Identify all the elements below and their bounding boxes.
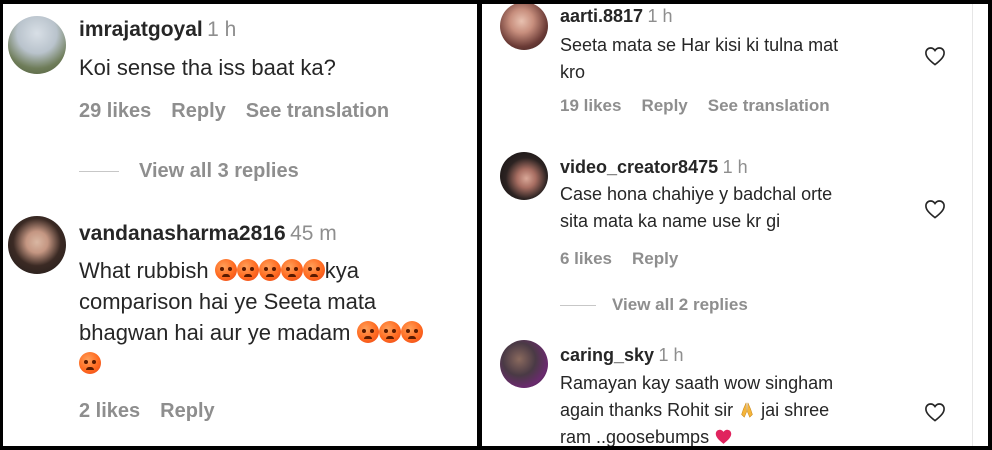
- comment-text-line: kya: [324, 258, 359, 283]
- red-heart-icon: [715, 429, 732, 444]
- comment-text-line: kro: [560, 62, 586, 82]
- comment-text: Ramayan kay saath wow singham again than…: [560, 370, 833, 446]
- view-replies-button[interactable]: View all 2 replies: [560, 295, 748, 315]
- comment-text-line: What rubbish: [79, 258, 209, 283]
- likes-count[interactable]: 29 likes: [79, 100, 151, 122]
- see-translation-button[interactable]: See translation: [246, 100, 389, 122]
- comment-text-line: sita mata ka name use kr gi: [560, 211, 781, 231]
- likes-count[interactable]: 6 likes: [560, 249, 612, 268]
- comment-text-line: again thanks Rohit sir: [560, 400, 734, 420]
- likes-count[interactable]: 19 likes: [560, 96, 621, 115]
- username[interactable]: imrajatgoyal: [79, 18, 203, 41]
- comment-vandanasharma2816: vandanasharma2816 45 m What rubbish kya …: [3, 209, 477, 439]
- comment-caring-sky: caring_sky 1 h Ramayan kay saath wow sin…: [482, 339, 972, 446]
- divider-line: [560, 305, 596, 307]
- avatar[interactable]: [500, 4, 548, 50]
- comment-video-creator8475: video_creator8475 1 h Case hona chahiye …: [482, 149, 972, 279]
- heart-outline-icon[interactable]: [924, 402, 946, 422]
- comment-text-line: Ramayan kay saath wow singham: [560, 373, 834, 393]
- avatar[interactable]: [8, 216, 66, 274]
- comment-text: Koi sense tha iss baat ka?: [79, 55, 336, 80]
- view-replies-label: View all 2 replies: [612, 295, 748, 314]
- heart-outline-icon[interactable]: [924, 46, 946, 66]
- scrollbar[interactable]: [972, 4, 973, 446]
- angry-face-icon: [79, 352, 101, 374]
- avatar[interactable]: [500, 152, 548, 200]
- avatar[interactable]: [8, 16, 66, 74]
- see-translation-button[interactable]: See translation: [708, 96, 830, 115]
- avatar[interactable]: [500, 340, 548, 388]
- angry-face-icon: [258, 259, 281, 281]
- folded-hands-icon: [741, 402, 753, 418]
- comment-text: What rubbish kya comparison hai ye Seeta…: [79, 255, 477, 379]
- comment-text-line: Seeta mata se Har kisi ki tulna mat: [560, 35, 839, 55]
- timestamp: 1 h: [647, 6, 673, 26]
- angry-face-icon: [356, 321, 379, 343]
- reply-button[interactable]: Reply: [160, 400, 214, 422]
- comment-text: Case hona chahiye y badchal orte sita ma…: [560, 181, 832, 235]
- heart-outline-icon[interactable]: [924, 199, 946, 219]
- comment-aarti-8817: aarti.8817 1 h Seeta mata se Har kisi ki…: [482, 4, 972, 124]
- divider-line: [79, 171, 119, 173]
- timestamp: 1 h: [207, 18, 237, 41]
- angry-face-icon: [400, 321, 423, 343]
- reply-button[interactable]: Reply: [171, 100, 225, 122]
- comment-text-line: bhagwan hai aur ye madam: [79, 320, 351, 345]
- angry-face-icon: [378, 321, 401, 343]
- angry-face-icon: [280, 259, 303, 281]
- likes-count[interactable]: 2 likes: [79, 400, 140, 422]
- comment-text-line: ram ..goosebumps: [560, 427, 710, 446]
- comment-imrajatgoyal: imrajatgoyal 1 h Koi sense tha iss baat …: [3, 4, 477, 144]
- view-replies-label: View all 3 replies: [139, 160, 299, 182]
- timestamp: 1 h: [658, 345, 684, 365]
- comment-text-line: comparison hai ye Seeta mata: [79, 289, 377, 314]
- angry-face-icon: [302, 259, 325, 281]
- username[interactable]: vandanasharma2816: [79, 222, 286, 245]
- view-replies-button[interactable]: View all 3 replies: [79, 160, 299, 183]
- timestamp: 1 h: [722, 157, 748, 177]
- comment-text-line: Case hona chahiye y badchal orte: [560, 184, 833, 204]
- right-comments-panel: aarti.8817 1 h Seeta mata se Har kisi ki…: [482, 4, 988, 446]
- comment-text-line: jai shree: [761, 400, 830, 420]
- comment-text: Seeta mata se Har kisi ki tulna mat kro: [560, 32, 838, 86]
- left-comments-panel: imrajatgoyal 1 h Koi sense tha iss baat …: [3, 4, 477, 446]
- reply-button[interactable]: Reply: [641, 96, 687, 115]
- username[interactable]: caring_sky: [560, 345, 654, 365]
- timestamp: 45 m: [290, 222, 337, 245]
- username[interactable]: video_creator8475: [560, 157, 718, 177]
- angry-emoji-group: [214, 258, 325, 283]
- angry-face-icon: [214, 259, 237, 281]
- username[interactable]: aarti.8817: [560, 6, 643, 26]
- reply-button[interactable]: Reply: [632, 249, 678, 268]
- angry-face-icon: [236, 259, 259, 281]
